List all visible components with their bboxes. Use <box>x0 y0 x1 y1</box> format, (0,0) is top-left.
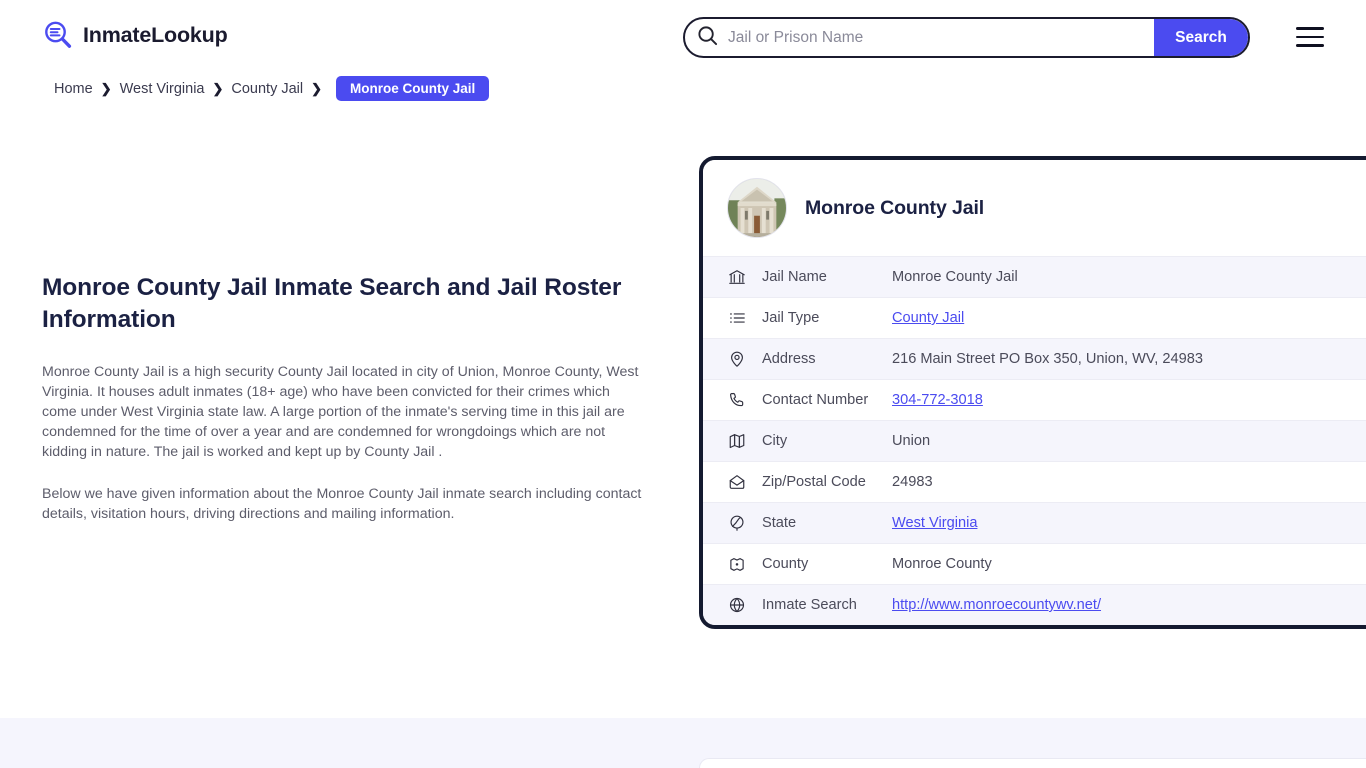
table-row: Jail Name Monroe County Jail <box>703 256 1366 297</box>
row-label: Jail Type <box>762 310 820 326</box>
bank-icon <box>727 268 746 287</box>
table-row: County Monroe County <box>703 543 1366 584</box>
inmate-search-link[interactable]: http://www.monroecountywv.net/ <box>892 597 1101 613</box>
bottom-card-top-edge <box>699 758 1366 768</box>
row-value: Monroe County <box>892 556 992 572</box>
hamburger-bar <box>1296 44 1324 47</box>
jail-card-title: Monroe County Jail <box>805 196 985 219</box>
breadcrumb-item-home[interactable]: Home <box>54 81 93 97</box>
table-row: Address 216 Main Street PO Box 350, Unio… <box>703 338 1366 379</box>
search-icon <box>697 25 718 51</box>
hamburger-bar <box>1296 35 1324 39</box>
envelope-icon <box>727 473 746 492</box>
row-label: Address <box>762 351 816 367</box>
row-label: Inmate Search <box>762 597 857 613</box>
jail-type-link[interactable]: County Jail <box>892 310 964 326</box>
breadcrumb-item-current: Monroe County Jail <box>336 76 490 101</box>
hamburger-menu-icon[interactable] <box>1296 27 1324 47</box>
row-value: West Virginia <box>892 515 1366 531</box>
row-value: 24983 <box>892 474 933 490</box>
search-button[interactable]: Search <box>1154 19 1248 56</box>
article-column: Monroe County Jail Inmate Search and Jai… <box>42 272 642 524</box>
table-row: State West Virginia <box>703 502 1366 543</box>
row-value: http://www.monroecountywv.net/ <box>892 597 1366 613</box>
row-value: 304-772-3018 <box>892 392 1366 408</box>
table-row: Inmate Search http://www.monroecountywv.… <box>703 584 1366 625</box>
row-value: County Jail <box>892 310 1366 326</box>
logo-text: InmateLookup <box>83 22 228 47</box>
row-label: Jail Name <box>762 269 827 285</box>
hamburger-bar <box>1296 27 1324 30</box>
site-header: InmateLookup Search <box>0 0 1366 74</box>
map-icon <box>727 432 746 451</box>
jail-detail-table: Jail Name Monroe County Jail Jail Type C… <box>703 256 1366 625</box>
state-link[interactable]: West Virginia <box>892 515 977 531</box>
breadcrumb-item-west-virginia[interactable]: West Virginia <box>120 81 205 97</box>
table-row: Zip/Postal Code 24983 <box>703 461 1366 502</box>
globe-icon <box>727 596 746 615</box>
table-row: Contact Number 304-772-3018 <box>703 379 1366 420</box>
row-value: Union <box>892 433 931 449</box>
courthouse-photo <box>727 178 787 238</box>
phone-icon <box>727 391 746 410</box>
breadcrumb: Home ❯ West Virginia ❯ County Jail ❯ Mon… <box>54 76 490 101</box>
search-bar[interactable]: Search <box>683 17 1250 58</box>
row-value: 216 Main Street PO Box 350, Union, WV, 2… <box>892 351 1203 367</box>
page-title: Monroe County Jail Inmate Search and Jai… <box>42 274 622 333</box>
row-label: Contact Number <box>762 392 869 408</box>
contact-number-link[interactable]: 304-772-3018 <box>892 392 983 408</box>
site-logo[interactable]: InmateLookup <box>42 19 228 51</box>
breadcrumb-item-county-jail[interactable]: County Jail <box>231 81 303 97</box>
row-label: Zip/Postal Code <box>762 474 866 490</box>
row-label: State <box>762 515 797 531</box>
bottom-section <box>0 718 1366 768</box>
list-icon <box>727 309 746 328</box>
table-row: Jail Type County Jail <box>703 297 1366 338</box>
row-label: County <box>762 556 809 572</box>
article-paragraph-1: Monroe County Jail is a high security Co… <box>42 364 639 460</box>
search-input[interactable] <box>718 19 1154 56</box>
row-value: Monroe County Jail <box>892 269 1018 285</box>
jail-info-card-header: Monroe County Jail <box>703 160 1366 256</box>
map-pin-icon <box>727 350 746 369</box>
row-label: City <box>762 433 788 449</box>
region-pin-icon <box>727 555 746 574</box>
article-paragraph-2: Below we have given information about th… <box>42 486 642 522</box>
chevron-right-icon: ❯ <box>100 81 112 96</box>
chevron-right-icon: ❯ <box>311 81 323 96</box>
chevron-right-icon: ❯ <box>212 81 224 96</box>
magnifier-list-icon <box>42 19 74 51</box>
globe-stand-icon <box>727 514 746 533</box>
jail-info-card: Monroe County Jail Jail Name Monroe Coun… <box>699 156 1366 629</box>
table-row: City Union <box>703 420 1366 461</box>
